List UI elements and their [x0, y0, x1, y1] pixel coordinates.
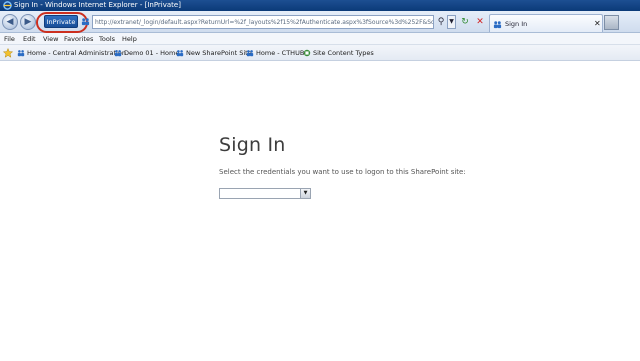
back-button[interactable]: ◀ — [2, 14, 18, 30]
chevron-down-icon[interactable]: ▼ — [300, 189, 310, 198]
favorite-link-demo-01[interactable]: Demo 01 - Home — [114, 45, 179, 61]
back-arrow-icon: ◀ — [6, 16, 14, 27]
site-content-types-icon — [303, 49, 311, 57]
menu-favorites[interactable]: Favorites — [64, 33, 93, 45]
tab-sign-in[interactable]: Sign In ✕ — [489, 14, 603, 32]
tab-label: Sign In — [505, 20, 528, 28]
favorite-label: Demo 01 - Home — [124, 49, 180, 57]
forward-arrow-icon: ▶ — [24, 16, 32, 27]
favorite-link-cthub[interactable]: Home - CTHUB — [246, 45, 304, 61]
menu-bar: File Edit View Favorites Tools Help — [0, 33, 640, 45]
refresh-button[interactable]: ↻ — [459, 15, 471, 29]
ie-logo-icon — [3, 1, 12, 10]
menu-tools[interactable]: Tools — [99, 33, 115, 45]
sharepoint-people-icon — [17, 50, 25, 57]
menu-help[interactable]: Help — [122, 33, 137, 45]
sharepoint-people-icon — [114, 50, 122, 57]
forward-button[interactable]: ▶ — [20, 14, 36, 30]
sharepoint-people-icon — [246, 50, 254, 57]
favorite-link-new-sharepoint-site[interactable]: New SharePoint Site — [176, 45, 252, 61]
favorite-label: Home - Central Administration — [27, 49, 126, 57]
new-tab-button[interactable] — [604, 15, 619, 30]
tab-close-icon[interactable]: ✕ — [594, 15, 601, 33]
sharepoint-people-icon — [81, 18, 90, 26]
favorites-bar: Home - Central Administration Demo 01 - … — [0, 45, 640, 61]
sharepoint-people-icon — [493, 21, 502, 29]
page-content: Sign In Select the credentials you want … — [0, 62, 640, 361]
chevron-down-icon: ▼ — [449, 18, 454, 25]
menu-file[interactable]: File — [4, 33, 15, 45]
page-title: Sign In — [219, 134, 286, 156]
sharepoint-people-icon — [176, 50, 184, 57]
menu-edit[interactable]: Edit — [23, 33, 36, 45]
credentials-select[interactable]: ▼ — [219, 188, 311, 199]
favorite-label: New SharePoint Site — [186, 49, 252, 57]
navigation-bar: ◀ ▶ InPrivate ⚲ ▼ ↻ ✕ Sign In ✕ — [0, 11, 640, 33]
favorite-link-central-admin[interactable]: Home - Central Administration — [17, 45, 126, 61]
stop-icon: ✕ — [476, 17, 484, 27]
stop-button[interactable]: ✕ — [474, 15, 486, 29]
favorite-link-site-content-types[interactable]: Site Content Types — [303, 45, 374, 61]
favorite-label: Site Content Types — [313, 49, 374, 57]
address-input[interactable] — [92, 15, 434, 29]
address-dropdown-button[interactable]: ▼ — [447, 15, 456, 29]
credentials-instruction: Select the credentials you want to use t… — [219, 168, 466, 176]
refresh-icon: ↻ — [461, 17, 469, 27]
search-icon[interactable]: ⚲ — [436, 15, 446, 29]
inprivate-indicator[interactable]: InPrivate — [44, 15, 78, 28]
favorite-label: Home - CTHUB — [256, 49, 305, 57]
window-title-bar: Sign In - Windows Internet Explorer - [I… — [0, 0, 640, 11]
favorites-star-icon[interactable] — [3, 48, 13, 58]
window-title: Sign In - Windows Internet Explorer - [I… — [14, 1, 181, 9]
menu-view[interactable]: View — [43, 33, 58, 45]
